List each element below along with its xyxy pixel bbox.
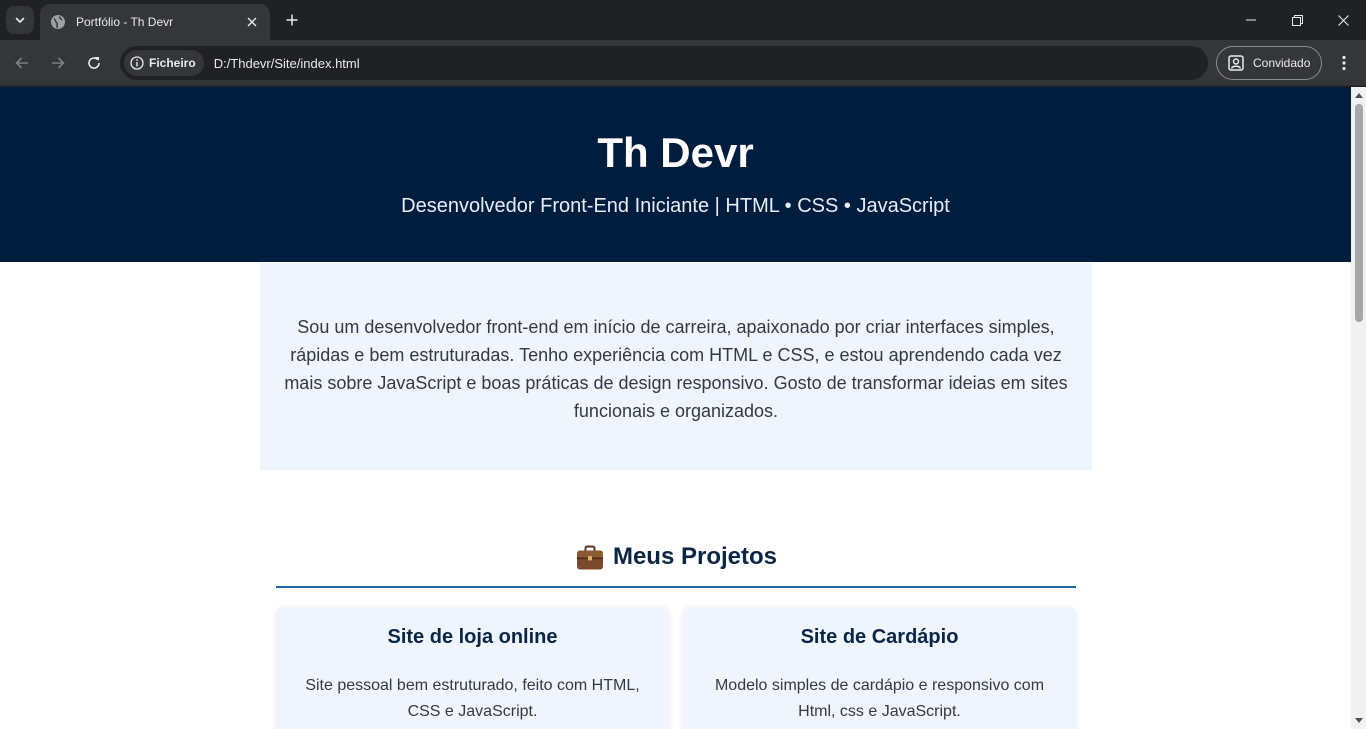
reload-icon [86, 55, 102, 71]
project-card-description: Site pessoal bem estruturado, feito com … [305, 677, 640, 720]
browser-tabstrip: Portfólio - Th Devr [0, 0, 1366, 40]
forward-button[interactable] [44, 49, 72, 77]
about-section: Sou um desenvolvedor front-end em início… [260, 263, 1092, 470]
page-subtitle: Desenvolvedor Front-End Iniciante | HTML… [401, 195, 950, 217]
browser-tab[interactable]: Portfólio - Th Devr [40, 4, 270, 40]
briefcase-icon [575, 543, 605, 573]
project-card[interactable]: Site de loja online Site pessoal bem est… [276, 607, 669, 729]
tab-title: Portfólio - Th Devr [76, 15, 174, 29]
page-title: Th Devr [597, 129, 754, 176]
back-button[interactable] [8, 49, 36, 77]
project-card-description: Modelo simples de cardápio e responsivo … [714, 677, 1045, 720]
url-text[interactable]: D:/Thdevr/Site/index.html [214, 56, 360, 71]
restore-icon [1291, 14, 1303, 26]
tab-close-icon[interactable] [244, 14, 260, 30]
arrow-right-icon [50, 55, 66, 71]
close-icon [1337, 14, 1349, 26]
new-tab-button[interactable] [280, 8, 304, 32]
globe-icon [50, 14, 66, 30]
plus-icon [286, 14, 298, 26]
scrollbar-thumb[interactable] [1355, 104, 1363, 322]
project-card[interactable]: Site de Cardápio Modelo simples de cardá… [683, 607, 1076, 729]
guest-profile-icon [1227, 54, 1245, 72]
arrow-left-icon [14, 55, 30, 71]
minimize-button[interactable] [1228, 0, 1274, 40]
browser-menu-button[interactable] [1332, 49, 1356, 77]
project-card-title: Site de Cardápio [800, 626, 959, 648]
site-info-chip[interactable]: Ficheiro [124, 50, 204, 76]
browser-toolbar: Ficheiro D:/Thdevr/Site/index.html Convi… [0, 40, 1366, 86]
kebab-menu-icon [1342, 55, 1346, 71]
profile-button[interactable]: Convidado [1216, 46, 1322, 80]
scroll-up-arrow[interactable] [1351, 88, 1366, 102]
info-icon [130, 56, 144, 70]
page-viewport: Th Devr Desenvolvedor Front-End Iniciant… [0, 87, 1351, 729]
close-window-button[interactable] [1320, 0, 1366, 40]
profile-label: Convidado [1253, 56, 1311, 70]
reload-button[interactable] [80, 49, 108, 77]
scroll-down-arrow[interactable] [1351, 714, 1366, 728]
page-scrollbar[interactable] [1351, 87, 1366, 729]
chevron-down-icon [14, 14, 26, 26]
about-text: Sou um desenvolvedor front-end em início… [284, 317, 1068, 421]
projects-heading: Meus Projetos [276, 541, 1076, 588]
hero-header: Th Devr Desenvolvedor Front-End Iniciant… [0, 87, 1351, 262]
site-info-label: Ficheiro [149, 56, 196, 70]
address-bar[interactable]: Ficheiro D:/Thdevr/Site/index.html [120, 46, 1208, 80]
restore-button[interactable] [1274, 0, 1320, 40]
minimize-icon [1246, 15, 1256, 25]
projects-title: Meus Projetos [612, 543, 778, 570]
tab-search-button[interactable] [6, 6, 34, 34]
project-card-title: Site de loja online [387, 626, 558, 648]
